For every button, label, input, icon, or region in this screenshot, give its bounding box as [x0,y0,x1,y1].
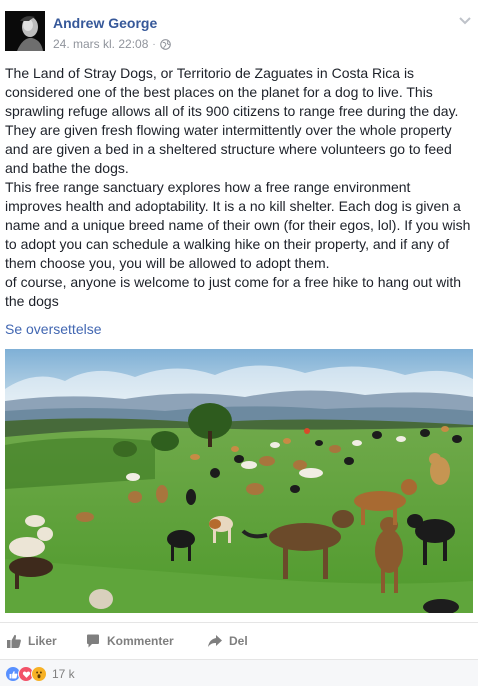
avatar[interactable] [5,11,45,51]
reaction-count[interactable]: 17 k [52,667,75,681]
chevron-down-icon[interactable] [457,14,473,28]
comment-icon [87,634,99,648]
post-timestamp[interactable]: 24. mars kl. 22:08 [53,37,148,51]
post-paragraph: of course, anyone is welcome to just com… [5,274,462,309]
meta-separator: · [152,38,156,50]
wow-reaction-icon [31,666,47,682]
thumbs-up-icon [7,634,21,648]
share-icon [208,635,222,647]
post-body: The Land of Stray Dogs, or Territorio de… [5,64,471,311]
post-header: Andrew George 24. mars kl. 22:08 · [5,8,475,54]
comment-label: Kommenter [107,634,174,648]
post-paragraph: This free range sanctuary explores how a… [5,179,471,271]
facebook-post: Andrew George 24. mars kl. 22:08 · The L… [0,0,478,686]
author-name[interactable]: Andrew George [53,15,157,31]
actions-divider [0,622,478,623]
post-actions-bar: Liker Kommenter Del [0,624,478,658]
like-label: Liker [28,634,57,648]
reactions-footer: 17 k [0,659,478,686]
globe-icon[interactable] [159,38,171,50]
post-meta: 24. mars kl. 22:08 · [53,37,171,51]
share-label: Del [229,634,248,648]
see-translation-link[interactable]: Se oversettelse [5,321,102,337]
reactions-summary[interactable]: 17 k [5,666,75,682]
like-button[interactable]: Liker [6,627,57,655]
share-button[interactable]: Del [207,627,248,655]
post-paragraph: The Land of Stray Dogs, or Territorio de… [5,65,459,176]
comment-button[interactable]: Kommenter [85,627,174,655]
post-photo[interactable] [5,349,473,613]
